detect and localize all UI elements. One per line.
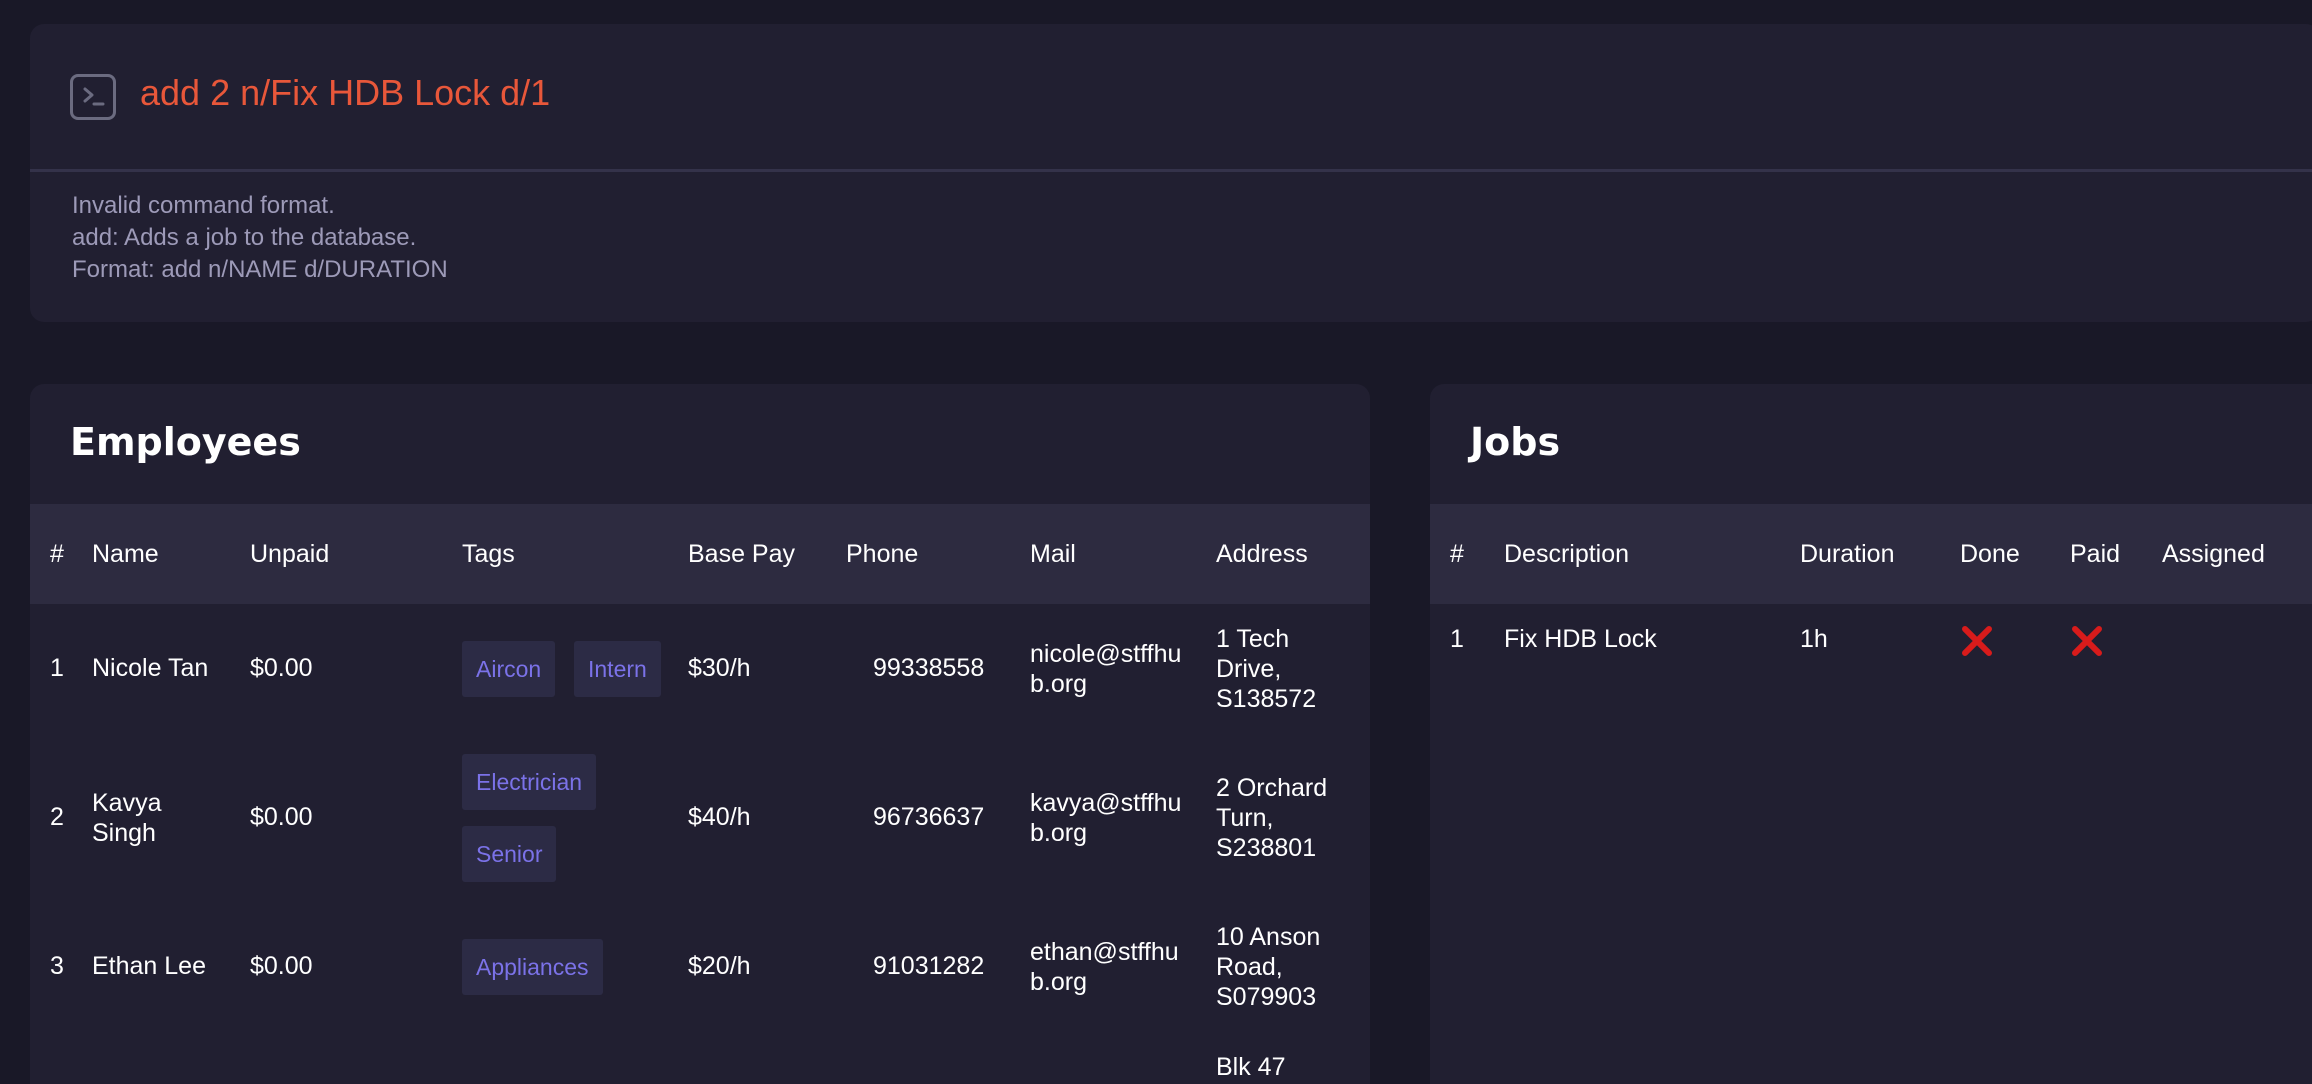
row-index: 1 [50, 654, 64, 682]
column-header-index[interactable]: # [1450, 504, 1464, 604]
tag-badge: Aircon [462, 641, 556, 697]
column-header-unpaid[interactable]: Unpaid [250, 504, 329, 604]
jobs-panel: Jobs # Description Duration Done Paid As… [1430, 384, 2312, 1084]
column-header-name[interactable]: Name [92, 504, 159, 604]
column-header-base-pay[interactable]: Base Pay [688, 504, 795, 604]
column-header-mail[interactable]: Mail [1030, 504, 1076, 604]
command-input[interactable]: add 2 n/Fix HDB Lock d/1 [140, 72, 550, 114]
result-line: add: Adds a job to the database. [72, 224, 417, 251]
employees-title: Employees [70, 420, 301, 464]
command-panel: add 2 n/Fix HDB Lock d/1 Invalid command… [30, 24, 2312, 322]
employees-panel: Employees # Name Unpaid Tags Base Pay Ph… [30, 384, 1370, 1084]
employee-address: 2 Orchard Turn, S238801 [1216, 774, 1328, 862]
column-header-index[interactable]: # [50, 504, 64, 604]
employee-phone: 91031282 [873, 952, 985, 980]
employee-base-pay: $20/h [688, 952, 751, 980]
column-header-duration[interactable]: Duration [1800, 504, 1895, 604]
employee-address: Blk 47 [1216, 1053, 1286, 1081]
row-index: 3 [50, 952, 64, 980]
tag-badge: Appliances [462, 939, 603, 995]
column-header-description[interactable]: Description [1504, 504, 1629, 604]
employee-base-pay: $40/h [688, 803, 751, 831]
job-description: Fix HDB Lock [1504, 625, 1657, 653]
cross-icon[interactable] [1960, 624, 1994, 658]
employee-unpaid: $0.00 [250, 803, 313, 831]
cross-icon[interactable] [2070, 624, 2104, 658]
employee-mail: ethan@stffhub.org [1030, 938, 1179, 996]
employee-name: Ethan Lee [92, 952, 206, 980]
tag-badge: Intern [574, 641, 661, 697]
employee-address: 10 Anson Road, S079903 [1216, 923, 1321, 1011]
employee-base-pay: $30/h [688, 654, 751, 682]
jobs-header-row: # Description Duration Done Paid Assigne… [1430, 504, 2312, 604]
column-header-paid[interactable]: Paid [2070, 504, 2120, 604]
command-bar[interactable]: add 2 n/Fix HDB Lock d/1 [30, 24, 2312, 172]
employee-phone: 96736637 [873, 803, 985, 831]
employee-unpaid: $0.00 [250, 654, 313, 682]
employees-header-row: # Name Unpaid Tags Base Pay Phone Mail A… [30, 504, 1370, 604]
column-header-phone[interactable]: Phone [846, 504, 918, 604]
column-header-address[interactable]: Address [1216, 504, 1308, 604]
result-display: Invalid command format. add: Adds a job … [72, 190, 1072, 320]
tag-badge: Electrician [462, 754, 597, 810]
employee-mail: kavya@stffhub.org [1030, 789, 1182, 847]
row-index: 2 [50, 803, 64, 831]
column-header-assigned[interactable]: Assigned [2162, 504, 2265, 604]
employee-unpaid: $0.00 [250, 952, 313, 980]
terminal-icon [70, 74, 116, 120]
tag-badge: Senior [462, 826, 557, 882]
column-header-done[interactable]: Done [1960, 504, 2020, 604]
employee-mail: nicole@stffhub.org [1030, 640, 1182, 698]
jobs-title: Jobs [1470, 420, 1561, 464]
employee-address: 1 Tech Drive, S138572 [1216, 625, 1317, 713]
employee-name: Kavya Singh [92, 789, 162, 847]
employee-name: Nicole Tan [92, 654, 209, 682]
row-index: 1 [1450, 625, 1464, 653]
result-line: Format: add n/NAME d/DURATION [72, 256, 448, 283]
column-header-tags[interactable]: Tags [462, 504, 515, 604]
employee-phone: 99338558 [873, 654, 985, 682]
job-duration: 1h [1800, 625, 1828, 653]
result-line: Invalid command format. [72, 192, 335, 219]
